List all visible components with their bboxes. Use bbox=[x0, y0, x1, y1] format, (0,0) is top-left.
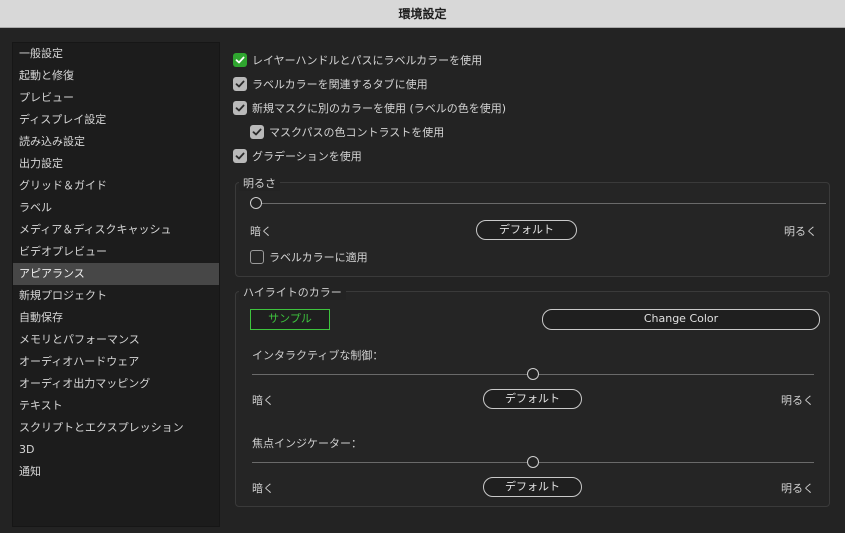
apply-to-label-colors-option[interactable]: ラベルカラーに適用 bbox=[250, 248, 368, 266]
sidebar-item-previews[interactable]: プレビュー bbox=[13, 87, 219, 109]
related-tabs-label: ラベルカラーを関連するタブに使用 bbox=[252, 78, 428, 91]
gradients-option[interactable]: グラデーションを使用 bbox=[233, 147, 362, 165]
layer-handles-label: レイヤーハンドルとパスにラベルカラーを使用 bbox=[252, 54, 483, 67]
sidebar-item-appearance[interactable]: アピアランス bbox=[13, 263, 219, 285]
interactive-light-label: 明るく bbox=[781, 394, 814, 407]
window-title: 環境設定 bbox=[0, 0, 845, 28]
highlight-sample-swatch: サンプル bbox=[250, 309, 330, 330]
focus-default-button[interactable]: デフォルト bbox=[483, 477, 582, 497]
brightness-light-label: 明るく bbox=[784, 225, 817, 238]
focus-dark-label: 暗く bbox=[252, 482, 274, 495]
mask-path-contrast-option[interactable]: マスクパスの色コントラストを使用 bbox=[250, 123, 444, 141]
layer-handles-option[interactable]: レイヤーハンドルとパスにラベルカラーを使用 bbox=[233, 51, 482, 69]
interactive-dark-label: 暗く bbox=[252, 394, 274, 407]
preferences-sidebar: 一般設定 起動と修復 プレビュー ディスプレイ設定 読み込み設定 出力設定 グリ… bbox=[12, 42, 220, 527]
appearance-panel: レイヤーハンドルとパスにラベルカラーを使用 ラベルカラーを関連するタブに使用 新… bbox=[221, 42, 841, 527]
interactive-default-button[interactable]: デフォルト bbox=[483, 389, 582, 409]
checkbox-unchecked-icon[interactable] bbox=[250, 250, 264, 264]
brightness-slider-track[interactable] bbox=[256, 203, 826, 204]
checkbox-checked-icon[interactable] bbox=[233, 53, 247, 67]
sidebar-item-notifications[interactable]: 通知 bbox=[13, 461, 219, 483]
sidebar-item-scripting-expressions[interactable]: スクリプトとエクスプレッション bbox=[13, 417, 219, 439]
checkbox-checked-icon[interactable] bbox=[233, 149, 247, 163]
sidebar-item-new-project[interactable]: 新規プロジェクト bbox=[13, 285, 219, 307]
highlight-color-title: ハイライトのカラー bbox=[239, 284, 346, 300]
interactive-slider-thumb[interactable] bbox=[527, 368, 539, 380]
interactive-controls-label: インタラクティブな制御： bbox=[252, 349, 384, 362]
focus-indicator-label: 焦点インジケーター： bbox=[252, 437, 362, 450]
sidebar-item-import[interactable]: 読み込み設定 bbox=[13, 131, 219, 153]
sidebar-item-labels[interactable]: ラベル bbox=[13, 197, 219, 219]
brightness-group: 暗く デフォルト 明るく ラベルカラーに適用 bbox=[235, 182, 830, 277]
sidebar-item-type[interactable]: テキスト bbox=[13, 395, 219, 417]
new-mask-label: 新規マスクに別のカラーを使用 (ラベルの色を使用) bbox=[252, 102, 507, 115]
brightness-default-button[interactable]: デフォルト bbox=[476, 220, 577, 240]
checkbox-checked-icon[interactable] bbox=[233, 77, 247, 91]
sidebar-item-general[interactable]: 一般設定 bbox=[13, 43, 219, 65]
sidebar-item-grids-guides[interactable]: グリッド＆ガイド bbox=[13, 175, 219, 197]
sidebar-item-video-preview[interactable]: ビデオプレビュー bbox=[13, 241, 219, 263]
checkbox-checked-icon[interactable] bbox=[233, 101, 247, 115]
sidebar-item-audio-output-mapping[interactable]: オーディオ出力マッピング bbox=[13, 373, 219, 395]
sidebar-item-auto-save[interactable]: 自動保存 bbox=[13, 307, 219, 329]
related-tabs-option[interactable]: ラベルカラーを関連するタブに使用 bbox=[233, 75, 428, 93]
sidebar-item-display[interactable]: ディスプレイ設定 bbox=[13, 109, 219, 131]
sidebar-item-3d[interactable]: 3D bbox=[13, 439, 219, 461]
gradients-label: グラデーションを使用 bbox=[252, 150, 362, 163]
new-mask-option[interactable]: 新規マスクに別のカラーを使用 (ラベルの色を使用) bbox=[233, 99, 506, 117]
focus-slider-thumb[interactable] bbox=[527, 456, 539, 468]
checkbox-checked-icon[interactable] bbox=[250, 125, 264, 139]
mask-path-contrast-label: マスクパスの色コントラストを使用 bbox=[269, 126, 445, 139]
brightness-slider-thumb[interactable] bbox=[250, 197, 262, 209]
highlight-color-group: サンプル Change Color インタラクティブな制御： 暗く デフォルト … bbox=[235, 291, 830, 507]
sidebar-item-output[interactable]: 出力設定 bbox=[13, 153, 219, 175]
focus-light-label: 明るく bbox=[781, 482, 814, 495]
sidebar-item-media-disk-cache[interactable]: メディア＆ディスクキャッシュ bbox=[13, 219, 219, 241]
sidebar-item-audio-hardware[interactable]: オーディオハードウェア bbox=[13, 351, 219, 373]
apply-to-label-colors-label: ラベルカラーに適用 bbox=[269, 251, 368, 264]
sidebar-item-memory-performance[interactable]: メモリとパフォーマンス bbox=[13, 329, 219, 351]
brightness-title: 明るさ bbox=[239, 175, 280, 191]
brightness-dark-label: 暗く bbox=[250, 225, 272, 238]
sidebar-item-startup-repair[interactable]: 起動と修復 bbox=[13, 65, 219, 87]
change-color-button[interactable]: Change Color bbox=[542, 309, 820, 330]
